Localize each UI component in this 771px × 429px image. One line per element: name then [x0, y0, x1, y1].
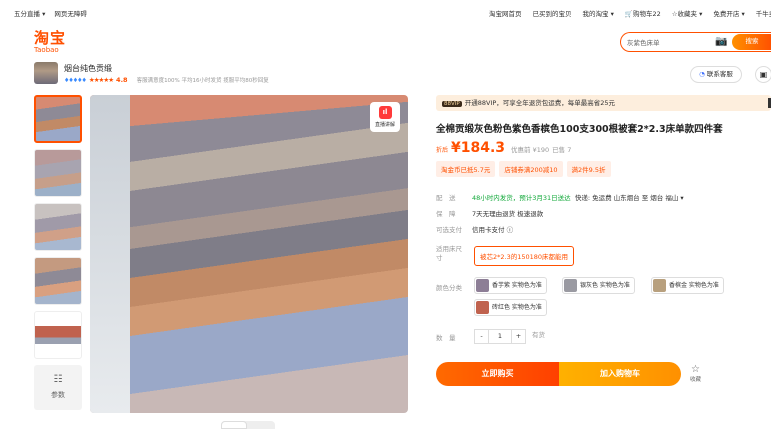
shop-avatar[interactable]: [34, 62, 58, 84]
shop-rating: ♦♦♦♦♦ ★★★★★ 4.8 客服满意度100% 平均16小时发货 揽服平均8…: [64, 76, 269, 84]
search-button[interactable]: 搜索: [732, 34, 771, 50]
chat-icon: ◔: [699, 70, 705, 78]
params-button[interactable]: ☷ 参数: [34, 365, 82, 410]
color-option[interactable]: 银灰色 实物色为准: [562, 277, 635, 294]
nav-cart[interactable]: 🛒购物车22: [625, 8, 661, 18]
quantity-stepper: - 1 + 有货: [474, 329, 545, 344]
list-icon: ☷: [53, 374, 63, 385]
color-swatch: [653, 279, 666, 292]
live-explain-button[interactable]: ıl 直播讲解: [370, 102, 400, 132]
shop-service-meta: 客服满意度100% 平均16小时发货 揽服平均80秒回复: [136, 78, 269, 84]
delivery-detail[interactable]: 快递: 免运费 山东烟台 至 烟台 福山 ▾: [575, 194, 684, 202]
price-block: 折后 ¥184.3 优惠前 ¥190 已售 7: [436, 140, 572, 156]
thumbnail[interactable]: [34, 203, 82, 251]
cart-icon: 🛒: [624, 10, 633, 18]
nav-live[interactable]: 五分直播 ▾: [14, 8, 45, 18]
price-value: ¥184.3: [451, 140, 506, 156]
buy-now-button[interactable]: 立即购买: [436, 362, 559, 386]
site-nav: 五分直播 ▾ 网页无障碍 淘宝网首页 已买到的宝贝 我的淘宝 ▾ 🛒购物车22 …: [0, 0, 771, 24]
coupon-tag[interactable]: 满2件9.5折: [566, 161, 611, 177]
color-option[interactable]: 香芋紫 实物色为准: [474, 277, 547, 294]
nav-accessibility[interactable]: 网页无障碍: [54, 8, 87, 18]
color-swatch: [564, 279, 577, 292]
size-option[interactable]: 被芯2*2.3的150180床都能用: [474, 246, 575, 266]
thumbnail-list: ☷ 参数: [34, 95, 82, 410]
window-background: [90, 95, 130, 413]
camera-icon[interactable]: 📷: [715, 36, 727, 47]
nav-open-shop[interactable]: 免费开店 ▾: [713, 8, 744, 18]
stock-status: 有货: [532, 331, 545, 339]
nav-favorites[interactable]: ☆收藏夹 ▾: [672, 8, 703, 18]
payment-row: 可选支付 信用卡支付 ⓘ: [436, 226, 514, 234]
coupon-list: 淘金币已抵5.7元 店铺券满200减10 满2件9.5折: [436, 161, 611, 177]
shop-score: 4.8: [116, 76, 128, 84]
color-label: 颜色分类: [436, 284, 462, 292]
quantity-input[interactable]: 1: [489, 329, 511, 344]
coupon-tag[interactable]: 店铺券满200减10: [499, 161, 563, 177]
delivery-row: 配 送 48小时内发货，预计3月31日送达 快递: 免运费 山东烟台 至 烟台 福…: [436, 194, 684, 202]
vip-badge: 88VIP: [442, 101, 462, 107]
favorite-button[interactable]: ☆ 收藏: [690, 364, 701, 383]
thumbnail[interactable]: [34, 257, 82, 305]
add-to-cart-button[interactable]: 加入购物车: [559, 362, 681, 386]
thumbnail[interactable]: [34, 149, 82, 197]
search-bar: 📷 搜索: [620, 32, 771, 52]
thumbnail[interactable]: [34, 95, 82, 143]
diamond-rank-icon: ♦♦♦♦♦: [64, 76, 87, 84]
main-product-image[interactable]: [90, 95, 408, 413]
coupon-tag[interactable]: 淘金币已抵5.7元: [436, 161, 496, 177]
guarantee-row: 保 障 7天无理由退货 极速退款: [436, 210, 544, 218]
vip-banner[interactable]: 88VIP 开通88VIP，可享全年退货包运费，每单最高省25元: [436, 95, 771, 111]
color-option[interactable]: 砖红色 实物色为准: [474, 299, 547, 316]
image-pager[interactable]: [221, 421, 275, 429]
color-swatch: [476, 279, 489, 292]
color-option[interactable]: 香槟金 实物色为准: [651, 277, 724, 294]
original-price: 优惠前 ¥190: [511, 146, 550, 154]
search-input[interactable]: [627, 36, 707, 48]
quantity-plus-button[interactable]: +: [511, 329, 526, 344]
size-label: 适用床尺寸: [436, 245, 462, 262]
pager-active: [221, 421, 247, 429]
quantity-label: 数 量: [436, 334, 456, 342]
quantity-minus-button[interactable]: -: [474, 329, 489, 344]
nav-home[interactable]: 淘宝网首页: [489, 8, 522, 18]
star-outline-icon: ☆: [691, 364, 700, 375]
contact-service-button[interactable]: ◔ 联系客服: [690, 66, 742, 83]
delivery-promise: 48小时内发货，预计3月31日送达: [472, 194, 571, 202]
live-icon: ıl: [378, 106, 392, 119]
shop-name[interactable]: 烟台纯色贡缎: [64, 63, 112, 74]
nav-seller[interactable]: 千牛卖家: [756, 8, 771, 18]
nav-bought[interactable]: 已买到的宝贝: [533, 8, 572, 18]
sold-count: 已售 7: [552, 146, 572, 154]
product-title: 全棉贡缎灰色粉色紫色香槟色100支300根被套2*2.3床单款四件套: [436, 124, 723, 135]
store-icon[interactable]: ▣: [755, 66, 771, 83]
star-rating-icon: ★★★★★: [88, 76, 114, 84]
taobao-logo[interactable]: 淘宝 Taobao: [34, 30, 66, 54]
color-swatch: [476, 301, 489, 314]
nav-my-taobao[interactable]: 我的淘宝 ▾: [583, 8, 614, 18]
thumbnail[interactable]: [34, 311, 82, 359]
